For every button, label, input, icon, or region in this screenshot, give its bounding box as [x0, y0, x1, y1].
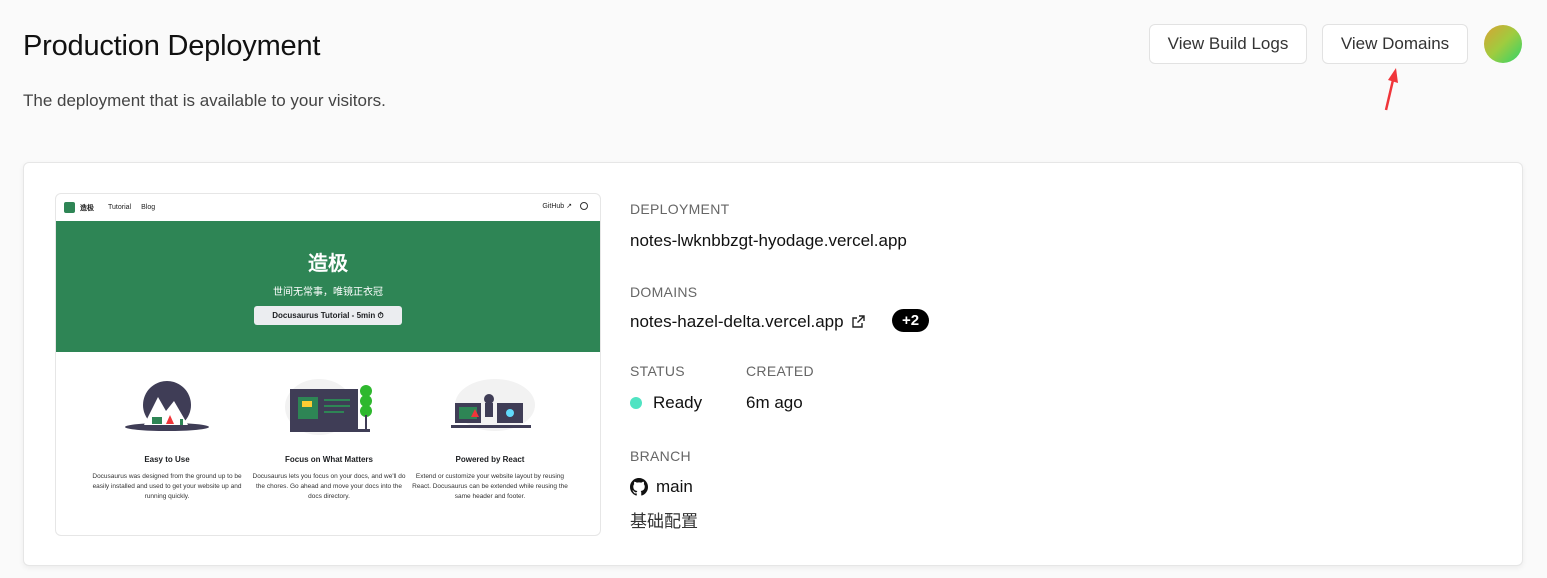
- preview-github-link: GitHub ↗: [542, 203, 572, 210]
- preview-nav-blog: Blog: [141, 204, 156, 211]
- deployment-url-link[interactable]: notes-lwknbbzgt-hyodage.vercel.app: [630, 231, 907, 251]
- mountain-illustration-icon: [125, 381, 209, 431]
- preview-brand: 造极: [80, 204, 94, 212]
- status-text: Ready: [653, 393, 703, 412]
- page-subtitle: The deployment that is available to your…: [23, 91, 386, 110]
- preview-feature-easy: Easy to Use Docusaurus was designed from…: [82, 377, 252, 502]
- sun-icon: [580, 202, 588, 210]
- deployment-card: 造极 Tutorial Blog GitHub ↗ 造极 世间无常事，唯镜正衣冠…: [23, 162, 1523, 566]
- preview-hero-button: Docusaurus Tutorial - 5min ⏱: [254, 306, 402, 325]
- branch-label: BRANCH: [630, 448, 691, 464]
- preview-hero: 造极 世间无常事，唯镜正衣冠 Docusaurus Tutorial - 5mi…: [56, 221, 600, 352]
- domain-link-text: notes-hazel-delta.vercel.app: [630, 312, 844, 331]
- page-title: Production Deployment: [23, 30, 321, 62]
- preview-feature-focus: Focus on What Matters Docusaurus lets yo…: [244, 377, 414, 502]
- preview-feature-react: Powered by React Extend or customize you…: [405, 377, 575, 502]
- status-value: Ready: [630, 393, 702, 413]
- preview-feature-desc: Extend or customize your website layout …: [412, 473, 568, 500]
- branch-name: main: [656, 477, 693, 496]
- preview-feature-title: Focus on What Matters: [284, 455, 373, 464]
- preview-hero-title: 造极: [308, 253, 348, 275]
- created-label: CREATED: [746, 363, 814, 379]
- preview-feature-desc: Docusaurus lets you focus on your docs, …: [252, 473, 406, 500]
- deployment-preview[interactable]: 造极 Tutorial Blog GitHub ↗ 造极 世间无常事，唯镜正衣冠…: [55, 193, 601, 536]
- docs-illustration-icon: [285, 379, 372, 435]
- preview-logo-icon: [64, 202, 75, 213]
- status-label: STATUS: [630, 363, 685, 379]
- domain-link[interactable]: notes-hazel-delta.vercel.app: [630, 312, 866, 332]
- annotation-arrow-icon: [1384, 68, 1398, 111]
- commit-message: 基础配置: [630, 512, 698, 531]
- external-link-icon: [851, 315, 865, 328]
- more-domains-badge[interactable]: +2: [892, 309, 930, 332]
- status-dot-icon: [630, 397, 642, 409]
- preview-navbar: 造极 Tutorial Blog GitHub ↗: [56, 194, 600, 221]
- domains-label: DOMAINS: [630, 284, 698, 300]
- preview-feature-title: Powered by React: [455, 455, 525, 464]
- deployment-label: DEPLOYMENT: [630, 201, 730, 217]
- view-build-logs-button[interactable]: View Build Logs: [1149, 24, 1307, 64]
- preview-feature-desc: Docusaurus was designed from the ground …: [92, 473, 242, 500]
- preview-nav-tutorial: Tutorial: [108, 204, 132, 211]
- react-illustration-icon: [451, 379, 535, 431]
- github-icon: [630, 478, 648, 496]
- preview-hero-subtitle: 世间无常事，唯镜正衣冠: [273, 287, 383, 298]
- created-value: 6m ago: [746, 393, 803, 412]
- view-domains-button[interactable]: View Domains: [1322, 24, 1468, 64]
- branch-link[interactable]: main: [630, 477, 693, 497]
- avatar[interactable]: [1484, 25, 1522, 63]
- preview-feature-title: Easy to Use: [144, 455, 190, 464]
